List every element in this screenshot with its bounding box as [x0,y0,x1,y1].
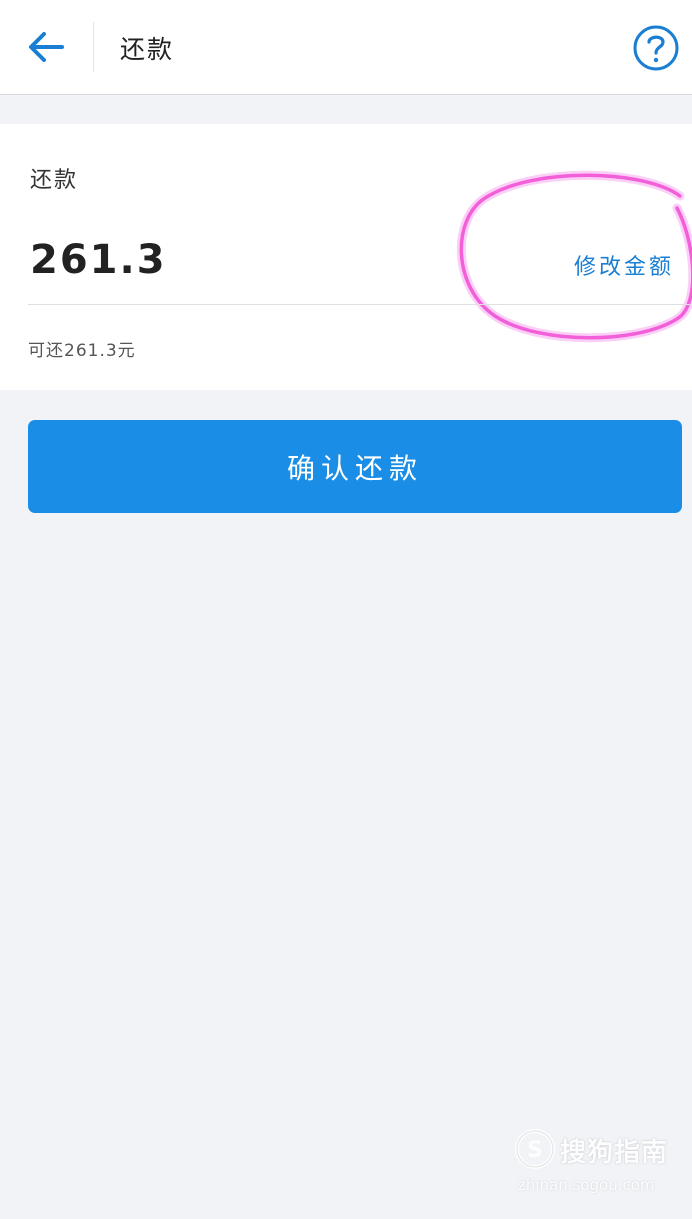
sogou-logo-icon: S [515,1129,555,1169]
top-navigation-bar: 还款 [0,0,692,95]
repay-label: 还款 [30,168,79,193]
watermark-url: zhinan.sogou.com [518,1176,655,1194]
repay-amount-card: 还款 261.3 修改金额 可还261.3元 [0,124,692,390]
watermark: S 搜狗指南 zhinan.sogou.com [514,1128,684,1198]
arrow-left-icon [29,32,64,62]
confirm-repay-button[interactable]: 确认还款 [28,420,682,513]
svg-text:S: S [527,1138,543,1163]
question-circle-icon [633,25,679,71]
header-divider [93,22,94,72]
help-button[interactable] [632,24,680,72]
amount-underline [28,304,692,305]
available-amount-text: 可还261.3元 [28,341,136,361]
back-button[interactable] [22,24,70,70]
repay-amount-value: 261.3 [30,237,167,283]
watermark-brand: 搜狗指南 [560,1138,669,1168]
page-title: 还款 [120,35,175,64]
modify-amount-link[interactable]: 修改金额 [574,249,674,281]
